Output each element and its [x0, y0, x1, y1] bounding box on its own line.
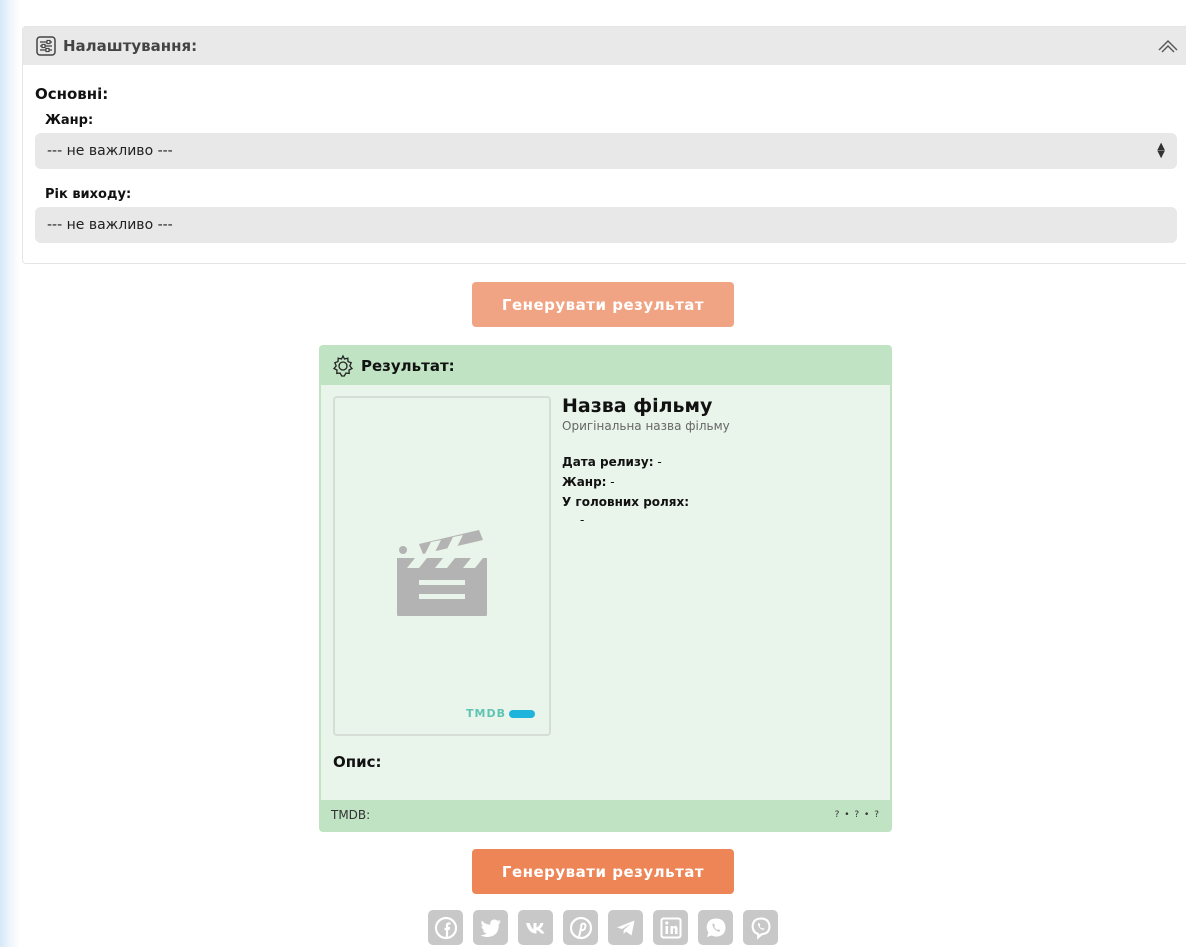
result-title: Результат:	[361, 357, 455, 375]
release-date-value: -	[657, 455, 662, 469]
social-share-row	[428, 910, 778, 945]
genre-row-label: Жанр:	[562, 475, 607, 489]
year-select-value: --- не важливо ---	[47, 217, 173, 233]
settings-title: Налаштування:	[63, 37, 198, 55]
select-arrows-icon: ▲ ▼	[1157, 141, 1165, 160]
cast-row: У головних ролях:	[562, 495, 882, 509]
whatsapp-icon	[706, 918, 725, 937]
genre-select[interactable]: --- не важливо --- ▲ ▼	[35, 133, 1177, 169]
pinterest-icon	[569, 916, 592, 939]
generate-button-bottom[interactable]: Генерувати результат	[472, 849, 734, 894]
original-title: Оригінальна назва фільму	[562, 419, 730, 433]
result-card: Результат: TMDB Назва фільму Оригінальна…	[319, 345, 892, 832]
whatsapp-share-button[interactable]	[698, 910, 733, 945]
twitter-share-button[interactable]	[473, 910, 508, 945]
result-footer: TMDB: ? • ? • ?	[321, 800, 890, 830]
linkedin-share-button[interactable]	[653, 910, 688, 945]
vk-icon	[525, 922, 544, 933]
telegram-share-button[interactable]	[608, 910, 643, 945]
poster-placeholder: TMDB	[333, 396, 551, 736]
tmdb-logo-text: TMDB	[466, 707, 506, 720]
year-label: Рік виходу:	[45, 187, 132, 202]
tmdb-logo-pill	[509, 709, 535, 718]
genre-label: Жанр:	[45, 113, 94, 128]
generate-button-top[interactable]: Генерувати результат	[472, 282, 734, 327]
genre-row: Жанр: -	[562, 475, 882, 489]
movie-title: Назва фільму	[562, 395, 713, 417]
settings-panel: Налаштування: Основні: Жанр: --- не важл…	[22, 26, 1186, 264]
vk-share-button[interactable]	[518, 910, 553, 945]
section-title-main: Основні:	[35, 85, 109, 103]
genre-select-value: --- не важливо ---	[47, 143, 173, 159]
footer-tmdb-label: TMDB:	[331, 808, 371, 822]
genre-row-value: -	[610, 475, 615, 489]
telegram-icon	[616, 920, 634, 935]
facebook-share-button[interactable]	[428, 910, 463, 945]
release-date-label: Дата релизу:	[562, 455, 654, 469]
movie-info: Назва фільму Оригінальна назва фільму Да…	[562, 395, 882, 527]
footer-ratings: ? • ? • ?	[834, 810, 880, 820]
collapse-chevron-icon[interactable]	[1156, 35, 1180, 57]
settings-sliders-icon	[36, 36, 56, 56]
year-select[interactable]: --- не важливо ---	[35, 207, 1177, 243]
settings-header[interactable]: Налаштування:	[23, 27, 1186, 65]
pinterest-share-button[interactable]	[563, 910, 598, 945]
tmdb-logo: TMDB	[466, 707, 535, 720]
description-label: Опис:	[333, 753, 382, 771]
result-header: Результат:	[321, 347, 890, 385]
facebook-icon	[434, 916, 457, 939]
clapperboard-icon	[397, 530, 487, 616]
cast-label: У головних ролях:	[562, 495, 690, 509]
linkedin-icon	[660, 917, 681, 938]
release-date-row: Дата релизу: -	[562, 455, 882, 469]
viber-share-button[interactable]	[743, 910, 778, 945]
twitter-icon	[480, 919, 501, 937]
viber-icon	[751, 916, 771, 940]
gear-icon	[332, 354, 354, 377]
cast-value: -	[580, 513, 585, 527]
